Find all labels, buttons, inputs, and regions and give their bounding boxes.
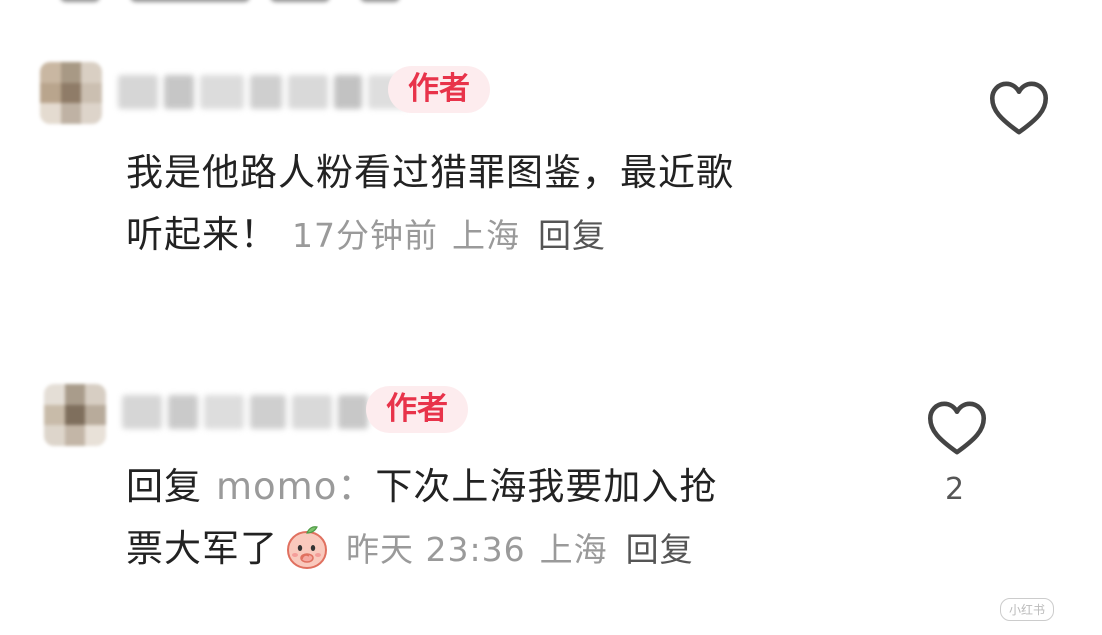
avatar[interactable] [40,62,102,124]
comment-body: 我是他路人粉看过猎罪图鉴，最近歌 听起来！ 17分钟前 上海 回复 [126,142,734,267]
comment-body: 回复 momo：下次上海我要加入抢 票大军了 昨天 23:36 上海 回复 [126,456,717,581]
comment-text-line: 票大军了 昨天 23:36 上海 回复 [126,518,717,581]
reply-prefix: 回复 [126,465,202,508]
comment-time: 17分钟前 [292,216,438,255]
author-badge: 作者 [366,386,468,433]
mention-username[interactable]: momo： [216,465,375,508]
reply-button[interactable]: 回复 [538,216,606,255]
comment-location: 上海 [452,216,520,255]
comment-text-line: 我是他路人粉看过猎罪图鉴，最近歌 [126,151,734,194]
like-heart-icon[interactable] [926,400,988,456]
comment-time: 昨天 23:36 [346,530,526,569]
comment-text-tail: 票大军了 [126,527,278,570]
username-blurred[interactable] [122,390,368,434]
like-heart-icon[interactable] [988,80,1050,136]
author-badge: 作者 [388,66,490,113]
avatar[interactable] [44,384,106,446]
username-blurred[interactable] [118,70,408,114]
previous-content-fragment [60,0,400,8]
watermark-logo: 小红书 [999,598,1054,621]
comment-location: 上海 [539,530,608,569]
reply-button[interactable]: 回复 [626,530,694,569]
comment-text-line: 回复 momo：下次上海我要加入抢 [126,456,717,518]
like-count: 2 [945,472,965,507]
peach-face-icon [286,525,328,569]
comment-text-tail: 听起来！ [126,213,278,256]
comment-text-head: 下次上海我要加入抢 [375,465,718,508]
comment-text-line: 听起来！ 17分钟前 上海 回复 [126,204,734,267]
